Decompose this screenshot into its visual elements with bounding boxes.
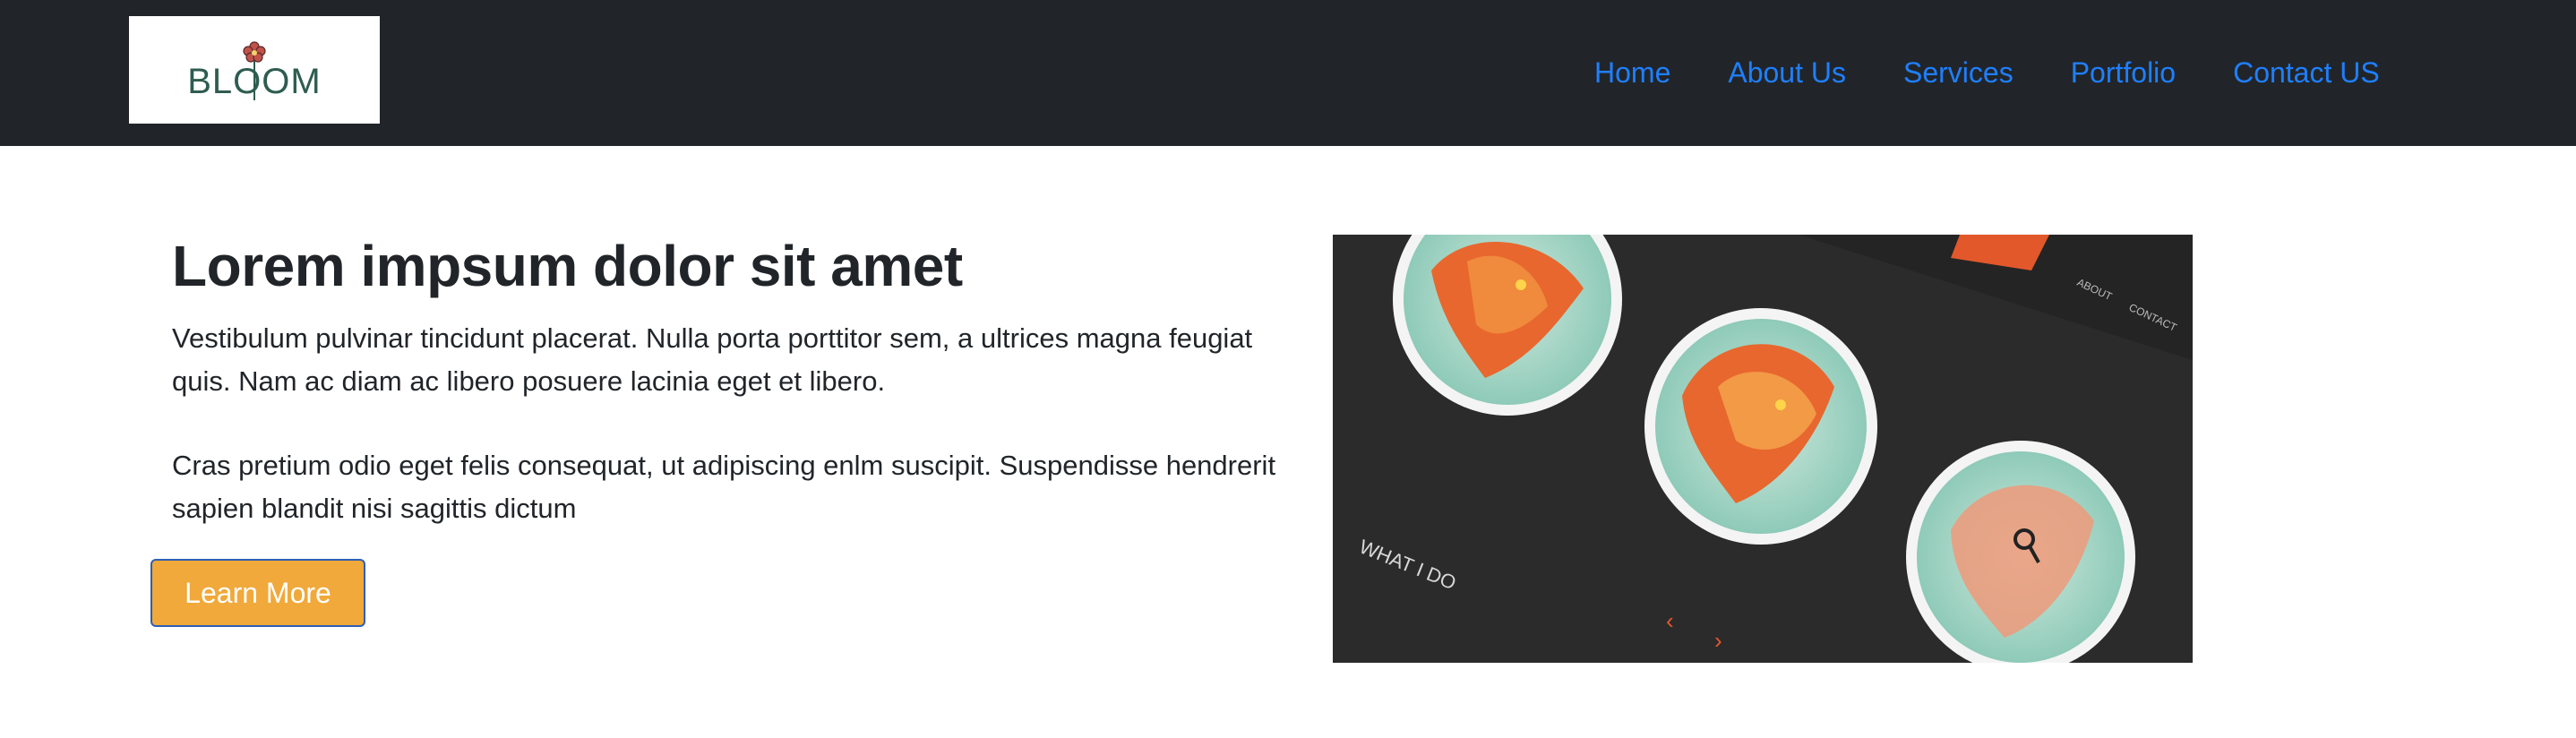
nav-home-link[interactable]: Home [1594,56,1670,90]
plate-2 [1644,308,1877,545]
carousel-next-icon: › [1714,627,1722,654]
nav-about-link[interactable]: About Us [1728,56,1846,90]
hero-paragraph-1: Vestibulum pulvinar tincidunt placerat. … [172,322,1253,397]
hero-image: ABOUT CONTACT WHAT I DO ‹ › [1333,235,2193,663]
main-nav: Home About Us Services Portfolio Contact… [1594,0,2380,146]
learn-more-button[interactable]: Learn More [150,559,365,627]
carousel-prev-icon: ‹ [1666,607,1674,634]
bloom-logo-graphic: BLOOM [187,41,321,101]
dragon-plates-illustration: ABOUT CONTACT WHAT I DO ‹ › [1333,235,2193,663]
plate-3 [1906,441,2135,663]
nav-contact-link[interactable]: Contact US [2233,56,2380,90]
hero-paragraph-2: Cras pretium odio eget felis consequat, … [172,450,1276,524]
nav-portfolio-link[interactable]: Portfolio [2071,56,2176,90]
nav-services-link[interactable]: Services [1903,56,2014,90]
logo-text: BLOOM [187,62,321,101]
brand-logo[interactable]: BLOOM [129,16,380,124]
navbar: BLOOM Home About Us Services Portfolio C… [0,0,2576,146]
hero-title: Lorem impsum dolor sit amet [172,234,963,298]
